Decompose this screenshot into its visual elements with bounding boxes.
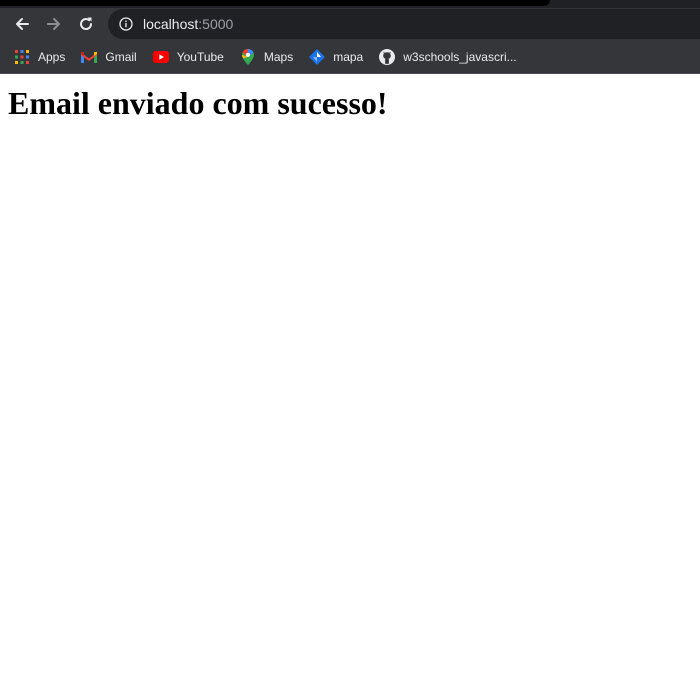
page-content: Email enviado com sucesso! bbox=[0, 74, 700, 697]
github-icon bbox=[379, 48, 396, 65]
reload-icon bbox=[77, 15, 95, 33]
bookmark-label: Gmail bbox=[105, 49, 137, 64]
info-icon[interactable] bbox=[118, 16, 134, 32]
bookmark-maps[interactable]: Maps bbox=[234, 43, 301, 71]
arrow-right-icon bbox=[45, 15, 63, 33]
active-tab[interactable] bbox=[0, 0, 550, 6]
apps-grid-icon bbox=[14, 49, 30, 65]
url-port: :5000 bbox=[198, 16, 234, 32]
url-host: localhost bbox=[143, 16, 199, 32]
browser-toolbar: localhost:5000 bbox=[0, 8, 700, 40]
page-title: Email enviado com sucesso! bbox=[8, 85, 388, 121]
youtube-icon bbox=[152, 49, 169, 65]
url-text: localhost:5000 bbox=[143, 9, 233, 39]
arrow-left-icon bbox=[13, 15, 31, 33]
bookmarks-bar: Apps Gmail YouTube Maps mapa w3schools_j… bbox=[0, 40, 700, 74]
reload-button[interactable] bbox=[72, 10, 100, 38]
mapa-icon bbox=[309, 48, 326, 65]
forward-button[interactable] bbox=[40, 10, 68, 38]
bookmark-label: YouTube bbox=[176, 49, 224, 64]
bookmark-w3schools[interactable]: w3schools_javascri... bbox=[373, 43, 524, 71]
maps-pin-icon bbox=[240, 48, 256, 65]
address-bar[interactable]: localhost:5000 bbox=[108, 9, 700, 39]
gmail-icon bbox=[81, 49, 98, 65]
bookmark-youtube[interactable]: YouTube bbox=[147, 43, 232, 71]
bookmark-label: w3schools_javascri... bbox=[403, 49, 517, 64]
bookmark-label: Apps bbox=[38, 49, 66, 64]
bookmark-gmail[interactable]: Gmail bbox=[75, 43, 144, 71]
bookmark-apps[interactable]: Apps bbox=[8, 43, 73, 71]
tab-strip bbox=[0, 0, 700, 8]
bookmark-label: mapa bbox=[333, 49, 364, 64]
browser-window: localhost:5000 Apps Gmail YouTube Maps m… bbox=[0, 0, 700, 697]
bookmark-label: Maps bbox=[263, 49, 294, 64]
bookmark-mapa[interactable]: mapa bbox=[303, 43, 371, 71]
back-button[interactable] bbox=[8, 10, 36, 38]
